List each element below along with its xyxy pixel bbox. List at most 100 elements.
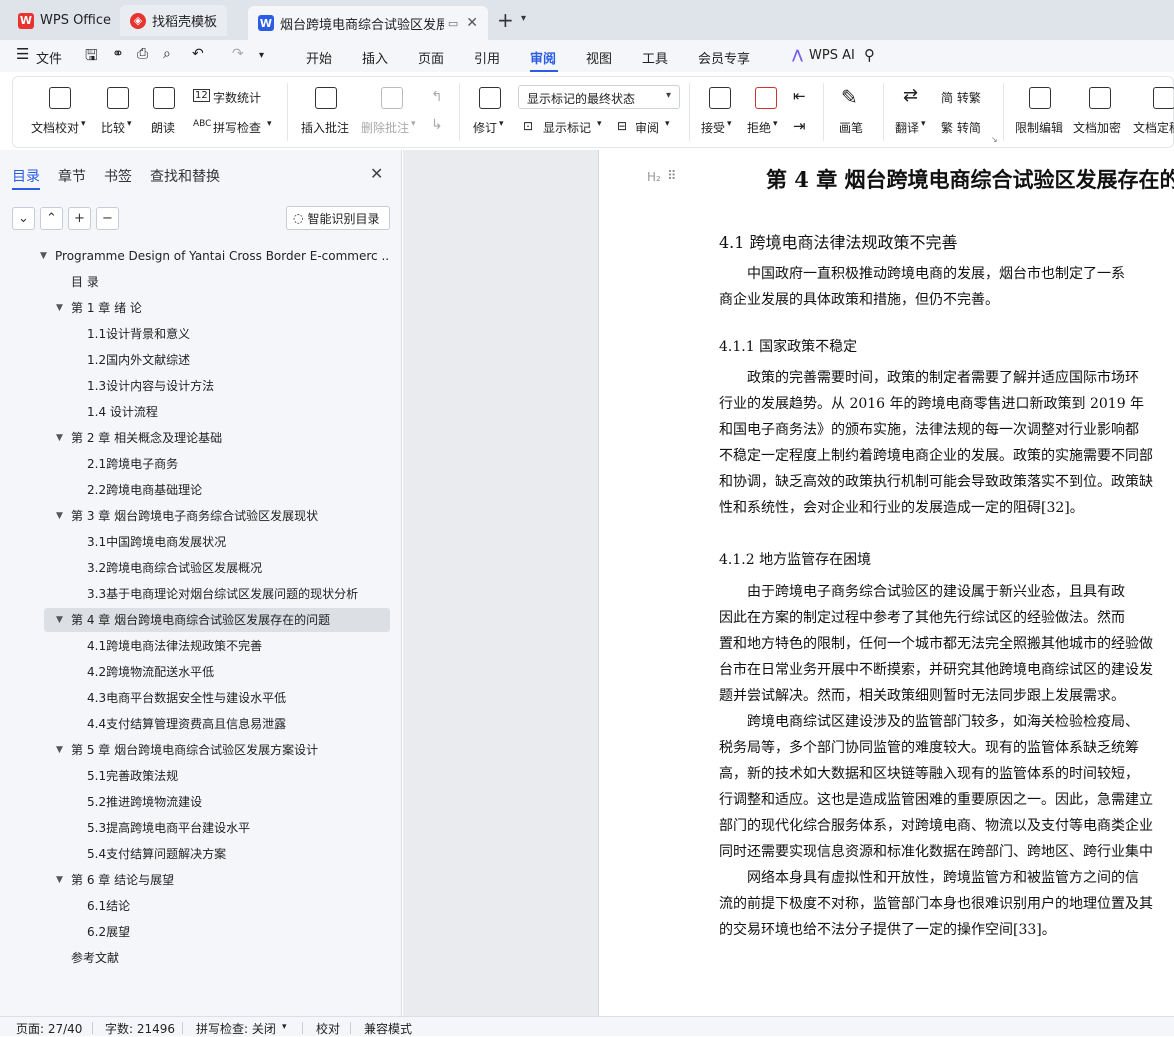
trad-to-simp-button[interactable]: 繁 转简 (941, 119, 981, 136)
chevron-down-icon[interactable]: ▾ (259, 50, 264, 61)
tab-template[interactable]: ◈ 找稻壳模板 (120, 5, 228, 36)
toc-item[interactable]: 4.2跨境物流配送水平低 (0, 660, 390, 684)
toc-item[interactable]: 1.1设计背景和意义 (0, 322, 390, 346)
toc-item[interactable]: 4.1跨境电商法律法规政策不完善 (0, 634, 390, 658)
chevron-down-icon[interactable]: ▾ (773, 119, 778, 129)
toc-item[interactable]: ▼ 第 2 章 相关概念及理论基础 (0, 426, 390, 450)
smart-toc-button[interactable]: ◌ 智能识别目录 (286, 206, 390, 230)
tab-document[interactable]: W 烟台跨境电商综合试验区发展方 ▭ ✕ (248, 6, 488, 40)
pen-button[interactable]: 画笔 (839, 119, 863, 136)
tab-wps-office[interactable]: W WPS Office (8, 5, 121, 36)
expand-button[interactable]: ⌃ (40, 207, 63, 230)
collapse-button[interactable]: ⌄ (12, 207, 35, 230)
chevron-down-icon[interactable]: ▾ (81, 119, 86, 129)
compare-button[interactable]: 比较 (101, 119, 125, 136)
drag-handle-icon[interactable]: ⠿ (667, 169, 677, 184)
undo-icon[interactable]: ↶ (192, 46, 204, 62)
track-changes-button[interactable]: 修订 (473, 119, 497, 136)
toc-item[interactable]: 参考文献 (0, 946, 390, 970)
save-icon[interactable]: 🖫 (85, 45, 98, 70)
toc-item[interactable]: ▼ 第 6 章 结论与展望 (0, 868, 390, 892)
prev-comment-icon[interactable]: ↰ (431, 89, 443, 105)
menu-start[interactable]: 开始 (306, 48, 332, 67)
print-icon[interactable]: ⎙ (137, 46, 148, 62)
toc-item[interactable]: 1.3设计内容与设计方法 (0, 374, 390, 398)
expand-icon[interactable]: ↘ (991, 135, 998, 144)
menu-reference[interactable]: 引用 (474, 48, 500, 67)
spellcheck-status[interactable]: 拼写检查: 关闭 (196, 1020, 276, 1037)
chevron-down-icon[interactable]: ▾ (411, 119, 416, 129)
spellcheck-button[interactable]: 拼写检查 (213, 119, 261, 136)
chevron-down-icon[interactable]: ▾ (727, 119, 732, 129)
monitor-icon[interactable]: ▭ (448, 17, 458, 30)
redo-icon[interactable]: ↷ (232, 46, 244, 62)
toc-item[interactable]: 2.2跨境电商基础理论 (0, 478, 390, 502)
review-pane-button[interactable]: 审阅 (635, 119, 659, 136)
simp-to-trad-button[interactable]: 简 转繁 (941, 89, 981, 106)
toc-item[interactable]: 3.3基于电商理论对烟台综试区发展问题的现状分析 (0, 582, 390, 606)
close-icon[interactable]: ✕ (466, 15, 478, 31)
chevron-down-icon[interactable]: ▾ (597, 119, 602, 129)
toc-item[interactable]: 6.1结论 (0, 894, 390, 918)
toc-item[interactable]: 4.3电商平台数据安全性与建设水平低 (0, 686, 390, 710)
chevron-down-icon[interactable]: ▾ (499, 119, 504, 129)
prev-change-icon[interactable]: ⇤ (793, 87, 806, 105)
toc-item[interactable]: ▼ Programme Design of Yantai Cross Border… (0, 244, 390, 268)
add-toc-button[interactable]: + (68, 207, 91, 230)
toc-item[interactable]: ▼ 第 1 章 绪 论 (0, 296, 390, 320)
remove-toc-button[interactable]: − (96, 207, 119, 230)
display-state-select[interactable]: 显示标记的最终状态 ▾ (518, 85, 680, 109)
expand-triangle-icon[interactable]: ▼ (56, 738, 63, 762)
expand-triangle-icon[interactable]: ▼ (40, 244, 47, 268)
chevron-down-icon[interactable]: ▾ (521, 13, 526, 24)
reject-button[interactable]: 拒绝 (747, 119, 771, 136)
expand-triangle-icon[interactable]: ▼ (56, 868, 63, 892)
chevron-down-icon[interactable]: ▾ (127, 119, 132, 129)
toc-item[interactable]: 3.1中国跨境电商发展状况 (0, 530, 390, 554)
menu-view[interactable]: 视图 (586, 48, 612, 67)
toc-item[interactable]: ▼ 第 4 章 烟台跨境电商综合试验区发展存在的问题 (0, 608, 390, 632)
insert-comment-button[interactable]: 插入批注 (301, 119, 349, 136)
new-tab-button[interactable]: + (497, 8, 514, 32)
toc-item[interactable]: 3.2跨境电商综合试验区发展概况 (0, 556, 390, 580)
tab-bookmarks[interactable]: 书签 (104, 166, 132, 186)
finalize-button[interactable]: 文档定稿 (1133, 119, 1174, 136)
toc-item[interactable]: 1.4 设计流程 (0, 400, 390, 424)
toc-item[interactable]: 1.2国内外文献综述 (0, 348, 390, 372)
menu-insert[interactable]: 插入 (362, 48, 388, 67)
close-icon[interactable]: ✕ (370, 164, 383, 183)
wordcount-button[interactable]: 字数统计 (213, 89, 261, 106)
menu-page[interactable]: 页面 (418, 48, 444, 67)
menu-tools[interactable]: 工具 (642, 48, 668, 67)
toc-item[interactable]: 5.2推进跨境物流建设 (0, 790, 390, 814)
tab-sections[interactable]: 章节 (58, 166, 86, 186)
toc-item[interactable]: 6.2展望 (0, 920, 390, 944)
next-comment-icon[interactable]: ↳ (431, 117, 443, 133)
print-preview-icon[interactable]: ⌕ (163, 46, 171, 62)
encrypt-button[interactable]: 文档加密 (1073, 119, 1121, 136)
expand-triangle-icon[interactable]: ▼ (56, 608, 63, 632)
menu-member[interactable]: 会员专享 (698, 48, 750, 67)
chevron-down-icon[interactable]: ▾ (267, 119, 272, 129)
menu-wps-ai[interactable]: WPS AI (809, 48, 855, 63)
document-page[interactable]: H₂ ⠿ 第 4 章 烟台跨境电商综合试验区发展存在的 4.1 跨境电商法律法规… (598, 150, 1174, 1016)
chevron-down-icon[interactable]: ▾ (282, 1022, 287, 1032)
hamburger-icon[interactable]: ☰ (16, 45, 29, 63)
proofread-button[interactable]: 文档校对 (31, 119, 79, 136)
toc-item[interactable]: 目 录 (0, 270, 390, 294)
next-change-icon[interactable]: ⇥ (793, 117, 806, 135)
proof-status[interactable]: 校对 (316, 1020, 340, 1037)
word-count[interactable]: 字数: 21496 (105, 1020, 175, 1037)
link-icon[interactable]: ⚭ (112, 46, 124, 62)
toc-item[interactable]: 2.1跨境电子商务 (0, 452, 390, 476)
toc-item[interactable]: 5.3提高跨境电商平台建设水平 (0, 816, 390, 840)
toc-item[interactable]: 5.1完善政策法规 (0, 764, 390, 788)
translate-button[interactable]: 翻译 (895, 119, 919, 136)
toc-item[interactable]: ▼ 第 5 章 烟台跨境电商综合试验区发展方案设计 (0, 738, 390, 762)
chevron-down-icon[interactable]: ▾ (921, 119, 926, 129)
search-icon[interactable]: ⚲ (864, 46, 875, 64)
tab-toc[interactable]: 目录 (12, 166, 40, 186)
page-indicator[interactable]: 页面: 27/40 (16, 1020, 82, 1037)
toc-item[interactable]: 5.4支付结算问题解决方案 (0, 842, 390, 866)
restrict-edit-button[interactable]: 限制编辑 (1015, 119, 1063, 136)
